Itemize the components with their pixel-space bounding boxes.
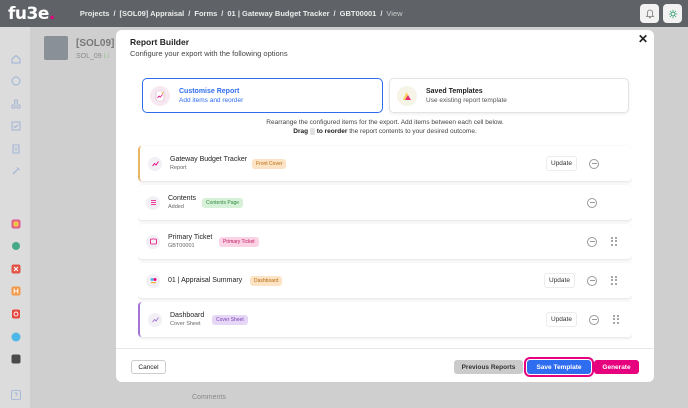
top-bar: fu3e. Projects / [SOL09] Appraisal / Forms… [0,0,688,27]
ticket-icon [146,234,160,249]
compass-icon[interactable] [10,75,21,86]
remove-icon[interactable] [587,275,597,286]
breadcrumb-view: View [386,9,403,18]
report-item-primary-ticket[interactable]: Primary Ticket GBT00001 Primary Ticket [138,224,632,259]
team-icon[interactable] [10,98,21,109]
notification-bell-icon[interactable] [640,4,659,23]
report-item-dashboard[interactable]: Dashboard Cover Sheet Cover Sheet Update [138,302,632,337]
breadcrumb-form[interactable]: 01 | Gateway Budget Tracker [227,9,329,18]
saved-templates-title: Saved Templates [426,87,483,95]
app-icon-circle[interactable] [10,331,21,342]
item-sub: Report [170,165,187,171]
drag-handle-icon[interactable] [613,315,619,324]
close-icon[interactable]: ✕ [638,32,648,46]
project-title: [SOL09] [76,38,115,49]
item-sub: GBT00001 [168,243,195,249]
breadcrumb: Projects / [SOL09] Appraisal / Forms/ 01 |… [79,9,403,18]
checkbox-icon[interactable] [10,120,21,131]
modal-footer: Cancel Previous Reports Save Template Ge… [116,348,654,382]
project-thumbnail [44,36,68,60]
update-button[interactable]: Update [546,312,577,327]
comments-label: Comments [192,394,226,401]
cover-sheet-icon [148,312,162,327]
report-items-list: Gateway Budget Tracker Report Front Cove… [138,144,632,343]
document-icon[interactable] [10,143,21,154]
contents-page-badge: Contents Page [202,197,244,208]
instruction-line-2: Drag to reorder the report contents to y… [293,128,477,136]
drag-handle-icon [309,128,315,135]
customise-report-desc: Add items and reorder [179,96,244,104]
update-button[interactable]: Update [544,273,575,288]
app-logo[interactable]: fu3e. [8,4,55,24]
drag-handle-icon[interactable] [611,276,617,285]
remove-icon[interactable] [587,197,597,208]
contents-list-icon [146,195,160,210]
modal-subtitle: Configure your export with the following… [130,49,288,58]
item-sub: Cover Sheet [170,321,201,327]
app-icon-office[interactable] [10,308,21,319]
dashboard-badge: Dashboard [250,275,283,286]
saved-templates-desc: Use existing report template [426,96,507,104]
settings-icon[interactable] [663,4,682,23]
customise-report-option[interactable]: Customise Report Add items and reorder [142,78,383,113]
breadcrumb-projects[interactable]: Projects [80,9,110,18]
saved-templates-icon [397,85,417,106]
item-name: Dashboard [170,312,205,319]
instruction-line-1: Rearrange the configured items for the e… [266,119,504,126]
remove-icon[interactable] [589,158,599,169]
report-item-appraisal-summary[interactable]: 01 | Appraisal Summary Dashboard Update [138,263,632,298]
remove-icon[interactable] [589,314,599,325]
report-item-gateway[interactable]: Gateway Budget Tracker Report Front Cove… [138,146,632,181]
report-builder-modal: Report Builder Configure your export wit… [116,30,654,382]
remove-icon[interactable] [587,236,597,247]
sidebar [0,27,30,408]
breadcrumb-forms[interactable]: Forms [194,9,217,18]
drag-handle-icon[interactable] [611,237,617,246]
item-name: 01 | Appraisal Summary [168,277,243,284]
breadcrumb-project[interactable]: [SOL09] Appraisal [120,9,185,18]
update-button[interactable]: Update [546,156,577,171]
project-subtitle: SOL_09 Li [76,53,110,60]
item-name: Primary Ticket [168,234,213,241]
tool-icon[interactable] [10,165,21,176]
help-icon[interactable] [10,389,21,400]
saved-templates-option[interactable]: Saved Templates Use existing report temp… [389,78,629,113]
customise-report-icon [150,85,170,106]
generate-button[interactable]: Generate [594,360,639,374]
report-item-contents[interactable]: Contents Added Contents Page [138,185,632,220]
customise-report-title: Customise Report [179,87,240,95]
cancel-button[interactable]: Cancel [131,360,166,374]
modal-title: Report Builder [130,37,190,47]
dashboard-icon [146,273,160,288]
app-icon-analytics[interactable] [10,218,21,229]
cover-sheet-badge: Cover Sheet [212,314,248,325]
report-chart-icon [148,156,162,171]
item-name: Gateway Budget Tracker [170,156,248,163]
app-icon-cloud[interactable] [10,240,21,251]
app-icon-dark[interactable] [10,353,21,364]
save-template-button[interactable]: Save Template [524,357,594,377]
item-name: Contents [168,195,197,202]
app-icon-close[interactable] [10,263,21,274]
previous-reports-button[interactable]: Previous Reports [454,360,523,374]
front-cover-badge: Front Cover [252,158,287,169]
home-icon[interactable] [10,53,21,64]
primary-ticket-badge: Primary Ticket [219,236,259,247]
breadcrumb-ticket[interactable]: GBT00001 [340,9,377,18]
app-icon-h[interactable] [10,285,21,296]
item-sub: Added [168,204,184,210]
